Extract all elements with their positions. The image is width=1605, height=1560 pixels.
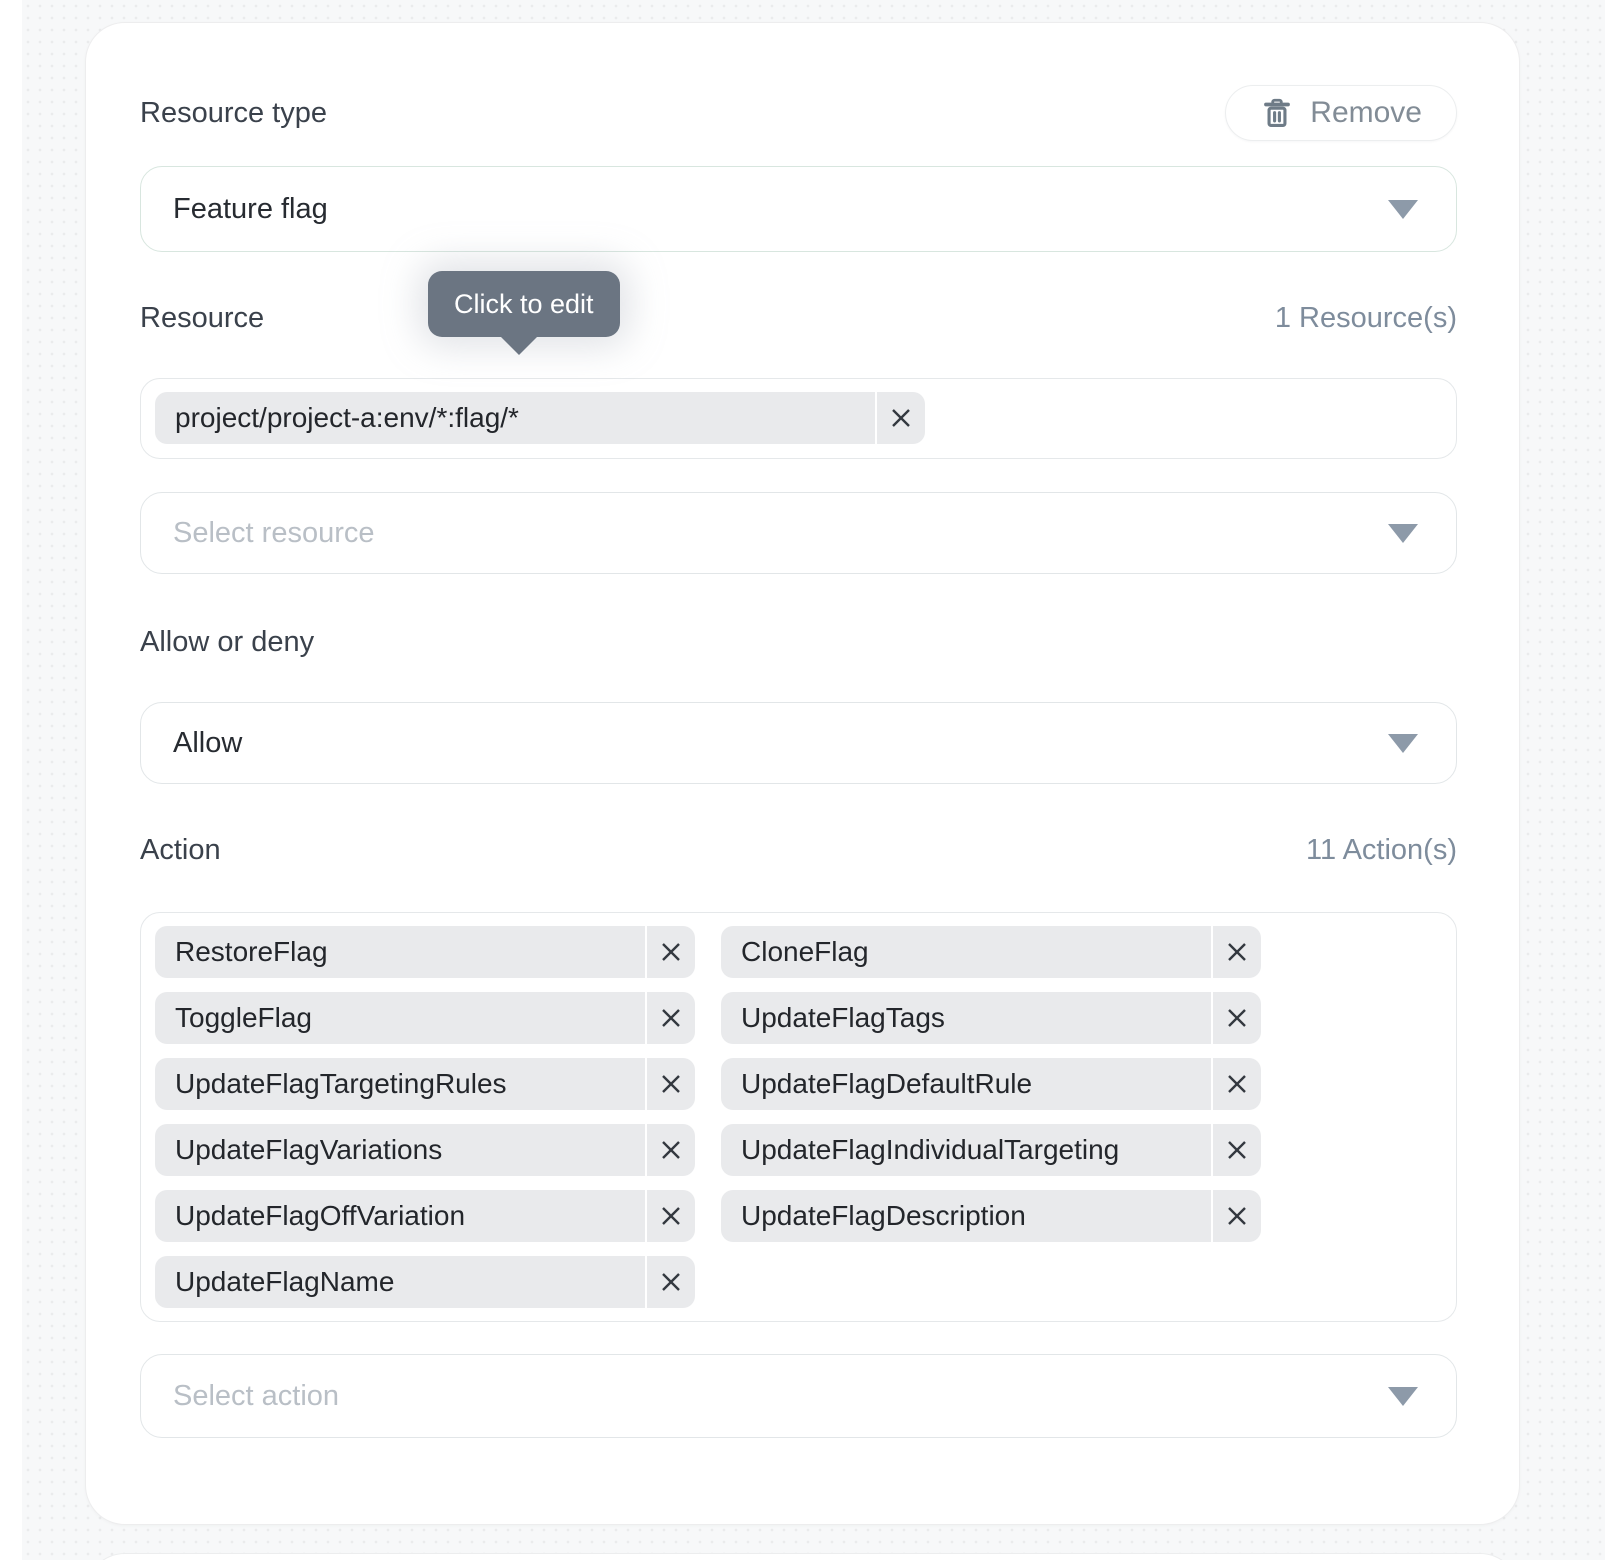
chip-label: CloneFlag: [721, 926, 1211, 978]
resource-select-placeholder: Select resource: [173, 517, 375, 550]
close-icon: [1224, 1071, 1250, 1097]
next-policy-statement-card-peek: [85, 1553, 1520, 1560]
chip[interactable]: project/project-a:env/*:flag/*: [155, 392, 925, 444]
close-icon: [658, 1137, 684, 1163]
policy-statement-card: Resource type Remove Feature flag Resour…: [85, 22, 1520, 1525]
chip[interactable]: ToggleFlag: [155, 992, 695, 1044]
resource-label: Resource: [140, 301, 264, 335]
allow-or-deny-select-value: Allow: [173, 727, 242, 760]
chip-remove-button[interactable]: [1213, 1190, 1261, 1242]
chip[interactable]: UpdateFlagVariations: [155, 1124, 695, 1176]
close-icon: [658, 1071, 684, 1097]
chevron-down-icon: [1388, 734, 1418, 753]
click-to-edit-tooltip: Click to edit: [428, 271, 620, 337]
action-label: Action: [140, 833, 221, 867]
chip-label: UpdateFlagName: [155, 1256, 645, 1308]
resource-type-label: Resource type: [140, 96, 327, 130]
chevron-down-icon: [1388, 1387, 1418, 1406]
chip-remove-button[interactable]: [647, 926, 695, 978]
tooltip-text: Click to edit: [454, 289, 594, 319]
chip-label: UpdateFlagTargetingRules: [155, 1058, 645, 1110]
resource-type-select[interactable]: Feature flag: [140, 166, 1457, 252]
chip[interactable]: UpdateFlagName: [155, 1256, 695, 1308]
chip[interactable]: UpdateFlagTargetingRules: [155, 1058, 695, 1110]
chip[interactable]: UpdateFlagTags: [721, 992, 1261, 1044]
remove-button[interactable]: Remove: [1225, 85, 1457, 141]
chip-label: UpdateFlagDescription: [721, 1190, 1211, 1242]
chip-remove-button[interactable]: [647, 1124, 695, 1176]
chip-remove-button[interactable]: [647, 1256, 695, 1308]
close-icon: [658, 1269, 684, 1295]
close-icon: [1224, 1137, 1250, 1163]
close-icon: [658, 939, 684, 965]
chip[interactable]: CloneFlag: [721, 926, 1261, 978]
chip-remove-button[interactable]: [1213, 1124, 1261, 1176]
close-icon: [658, 1203, 684, 1229]
chip-remove-button[interactable]: [877, 392, 925, 444]
action-header-row: Action 11 Action(s): [140, 833, 1457, 867]
chevron-down-icon: [1388, 200, 1418, 219]
resource-header-row: Resource 1 Resource(s) Click to edit: [140, 301, 1457, 335]
tooltip-arrow: [500, 336, 538, 355]
chip-label: UpdateFlagVariations: [155, 1124, 645, 1176]
action-select[interactable]: Select action: [140, 1354, 1457, 1438]
chip-label: UpdateFlagIndividualTargeting: [721, 1124, 1211, 1176]
resource-select[interactable]: Select resource: [140, 492, 1457, 574]
chip-label: RestoreFlag: [155, 926, 645, 978]
action-select-placeholder: Select action: [173, 1380, 339, 1413]
action-count: 11 Action(s): [1306, 833, 1457, 867]
chip-remove-button[interactable]: [647, 992, 695, 1044]
chip-label: ToggleFlag: [155, 992, 645, 1044]
resource-chips-container: project/project-a:env/*:flag/*: [140, 378, 1457, 459]
trash-icon: [1260, 96, 1294, 130]
chip-label: project/project-a:env/*:flag/*: [155, 392, 875, 444]
chevron-down-icon: [1388, 524, 1418, 543]
chip[interactable]: UpdateFlagOffVariation: [155, 1190, 695, 1242]
chip[interactable]: UpdateFlagIndividualTargeting: [721, 1124, 1261, 1176]
close-icon: [1224, 1005, 1250, 1031]
chip-remove-button[interactable]: [1213, 926, 1261, 978]
close-icon: [1224, 939, 1250, 965]
close-icon: [1224, 1203, 1250, 1229]
chip-label: UpdateFlagTags: [721, 992, 1211, 1044]
allow-or-deny-select[interactable]: Allow: [140, 702, 1457, 784]
remove-button-label: Remove: [1310, 96, 1422, 130]
allow-or-deny-label: Allow or deny: [140, 625, 1457, 659]
chip[interactable]: RestoreFlag: [155, 926, 695, 978]
close-icon: [888, 405, 914, 431]
resource-count: 1 Resource(s): [1275, 301, 1457, 335]
chip[interactable]: UpdateFlagDescription: [721, 1190, 1261, 1242]
action-chips-container: RestoreFlag CloneFlag ToggleFlag UpdateF…: [140, 912, 1457, 1322]
chip-remove-button[interactable]: [1213, 1058, 1261, 1110]
chip[interactable]: UpdateFlagDefaultRule: [721, 1058, 1261, 1110]
resource-type-select-value: Feature flag: [173, 193, 328, 226]
page-background: Resource type Remove Feature flag Resour…: [22, 0, 1605, 1560]
close-icon: [658, 1005, 684, 1031]
chip-label: UpdateFlagDefaultRule: [721, 1058, 1211, 1110]
chip-remove-button[interactable]: [647, 1190, 695, 1242]
chip-remove-button[interactable]: [1213, 992, 1261, 1044]
resource-type-header-row: Resource type Remove: [140, 85, 1457, 141]
chip-remove-button[interactable]: [647, 1058, 695, 1110]
chip-label: UpdateFlagOffVariation: [155, 1190, 645, 1242]
